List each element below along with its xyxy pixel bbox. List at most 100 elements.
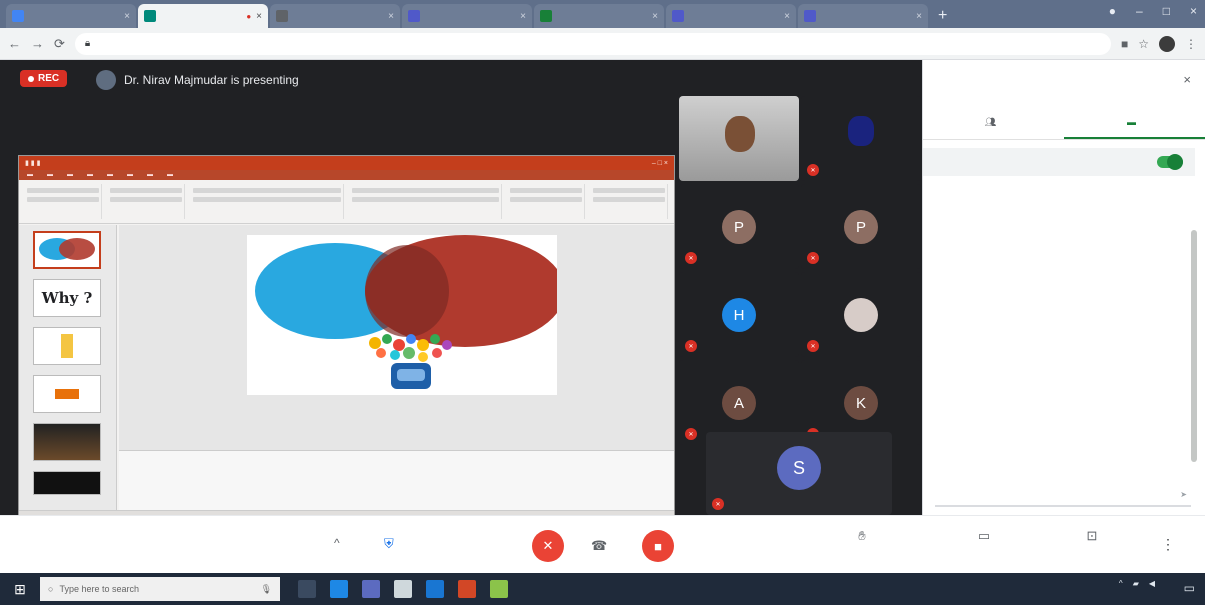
allow-messages-toggle-row — [923, 148, 1195, 176]
task-view-icon[interactable] — [298, 580, 316, 598]
record-dot-icon — [28, 75, 34, 82]
close-tab-icon[interactable]: × — [124, 11, 130, 22]
ppt-ribbon-tabs: ▬ ▬ ▬ ▬ ▬ ▬ ▬ ▬ — [19, 170, 674, 180]
address-bar: ← → ⟳ 🔒︎ ■ ☆ ⋮ — [0, 28, 1205, 60]
participant-tile[interactable]: ✕ — [801, 96, 921, 181]
tab-favicon-icon — [672, 10, 684, 22]
mic-off-icon: ✕ — [542, 538, 554, 553]
slide-thumbnail-1[interactable] — [33, 231, 101, 269]
participant-tile[interactable]: ✕ — [801, 272, 921, 357]
participant-photo-avatar — [848, 116, 874, 146]
lock-icon: 🔒︎ — [84, 38, 91, 49]
chat-scrollbar[interactable] — [1191, 230, 1197, 462]
venn-thumb-icon — [39, 238, 95, 260]
close-tab-icon[interactable]: × — [388, 11, 394, 22]
hang-up-icon[interactable]: ☎ — [591, 538, 607, 554]
close-window-icon[interactable]: × — [1190, 4, 1197, 18]
ppt-quick-access: ▮ ▮ ▮ — [25, 160, 41, 167]
presenting-button[interactable]: ⊡ — [1042, 528, 1142, 547]
participant-avatar: A — [722, 386, 756, 420]
slide-thumbnail-5[interactable] — [33, 423, 101, 461]
slide-thumbnail-4[interactable] — [33, 375, 101, 413]
captions-icon: ▭ — [977, 528, 991, 543]
windows-taskbar: ⊞ ○ Type here to search 🎙︎ ^ ▰ ◀︎ ▭ — [0, 573, 1205, 605]
ppt-title-bar: ▮ ▮ ▮ – □ × — [19, 156, 674, 170]
raise-hand-button[interactable]: ✋︎ — [832, 528, 892, 547]
minimize-icon[interactable]: – — [1136, 4, 1143, 18]
tab-favicon-icon — [408, 10, 420, 22]
maximize-icon[interactable]: □ — [1163, 4, 1170, 18]
send-icon[interactable]: ➤ — [1180, 490, 1187, 499]
tab-chat[interactable]: ▬ — [1064, 106, 1205, 139]
close-tab-icon[interactable]: × — [784, 11, 790, 22]
taskbar-search[interactable]: ○ Type here to search 🎙︎ — [40, 577, 280, 601]
camera-indicator-icon[interactable]: ■ — [1121, 37, 1128, 51]
back-icon[interactable]: ← — [8, 36, 21, 51]
allow-messages-toggle[interactable] — [1157, 154, 1183, 170]
browser-tab[interactable]: × — [270, 4, 400, 28]
close-panel-icon[interactable]: × — [1183, 72, 1191, 87]
outlook-icon[interactable] — [426, 580, 444, 598]
notifications-icon[interactable]: ▭ — [1184, 581, 1195, 595]
powerpoint-icon[interactable] — [458, 580, 476, 598]
participant-tile[interactable]: P ✕ — [801, 184, 921, 269]
windows-start-icon[interactable]: ⊞ — [0, 581, 40, 598]
taskbar-apps — [298, 580, 508, 598]
bookmark-star-icon[interactable]: ☆ — [1138, 37, 1149, 51]
browser-tab-active[interactable]: ● × — [138, 4, 268, 28]
camera-toggle-button[interactable]: ■ — [642, 530, 674, 562]
account-icon[interactable]: ● — [1109, 4, 1116, 18]
close-tab-icon[interactable]: × — [256, 11, 262, 22]
participant-photo-avatar — [844, 298, 878, 332]
mic-toggle-button[interactable]: ✕ — [532, 530, 564, 562]
browser-tab[interactable]: × — [534, 4, 664, 28]
slide-thumbnail-2[interactable]: Why ? — [33, 279, 101, 317]
browser-tab[interactable]: × — [798, 4, 928, 28]
shared-screen-powerpoint: ▮ ▮ ▮ – □ × ▬ ▬ ▬ ▬ ▬ ▬ ▬ ▬ Why ? — [18, 155, 675, 523]
presenter-banner: Dr. Nirav Majmudar is presenting — [96, 70, 299, 90]
volume-icon[interactable]: ◀︎ — [1149, 579, 1155, 588]
captions-button[interactable]: ▭ — [942, 528, 1026, 547]
mail-icon[interactable] — [362, 580, 380, 598]
participant-tile[interactable] — [679, 96, 799, 181]
forward-icon[interactable]: → — [31, 36, 44, 51]
network-icon[interactable]: ▰ — [1133, 579, 1139, 588]
chat-input[interactable]: ➤ — [935, 483, 1191, 507]
venn-diagram — [255, 235, 557, 389]
close-tab-icon[interactable]: × — [916, 11, 922, 22]
new-tab-button[interactable]: + — [930, 4, 955, 28]
more-options-icon[interactable]: ⋮ — [1161, 536, 1175, 553]
browser-tab[interactable]: × — [402, 4, 532, 28]
participant-tile[interactable]: S ✕ — [706, 432, 892, 515]
tray-chevron-icon[interactable]: ^ — [1119, 579, 1123, 588]
edge-icon[interactable] — [330, 580, 348, 598]
chrome-icon[interactable] — [490, 580, 508, 598]
current-slide — [247, 235, 557, 395]
meeting-details-chevron-icon[interactable]: ^ — [334, 536, 340, 550]
menu-kebab-icon[interactable]: ⋮ — [1185, 37, 1197, 51]
participant-avatar: P — [722, 210, 756, 244]
close-tab-icon[interactable]: × — [652, 11, 658, 22]
reload-icon[interactable]: ⟳ — [54, 36, 65, 52]
microphone-icon: 🎙︎ — [260, 583, 272, 594]
store-icon[interactable] — [394, 580, 412, 598]
url-input[interactable]: 🔒︎ — [74, 32, 1111, 55]
browser-tab-strip: × ● × × × × × × + ● – □ × — [0, 0, 1205, 28]
profile-avatar[interactable] — [1159, 35, 1175, 52]
meet-stage: REC Dr. Nirav Majmudar is presenting ▮ ▮… — [0, 60, 922, 523]
participant-tile[interactable]: H ✕ — [679, 272, 799, 357]
participant-avatar: P — [844, 210, 878, 244]
mic-off-icon: ✕ — [807, 164, 819, 176]
slide-thumbnail-6[interactable] — [33, 471, 101, 495]
browser-tab[interactable]: × — [666, 4, 796, 28]
speaker-notes[interactable] — [119, 450, 674, 510]
slide-thumbnail-3[interactable] — [33, 327, 101, 365]
tab-favicon-icon — [804, 10, 816, 22]
tab-favicon-icon — [12, 10, 24, 22]
tab-people[interactable]: 👥︎ — [923, 106, 1064, 139]
search-icon: ○ — [48, 584, 54, 594]
participant-tile[interactable]: P ✕ — [679, 184, 799, 269]
close-tab-icon[interactable]: × — [520, 11, 526, 22]
browser-tab[interactable]: × — [6, 4, 136, 28]
shield-icon[interactable]: ⛨ — [384, 536, 394, 552]
